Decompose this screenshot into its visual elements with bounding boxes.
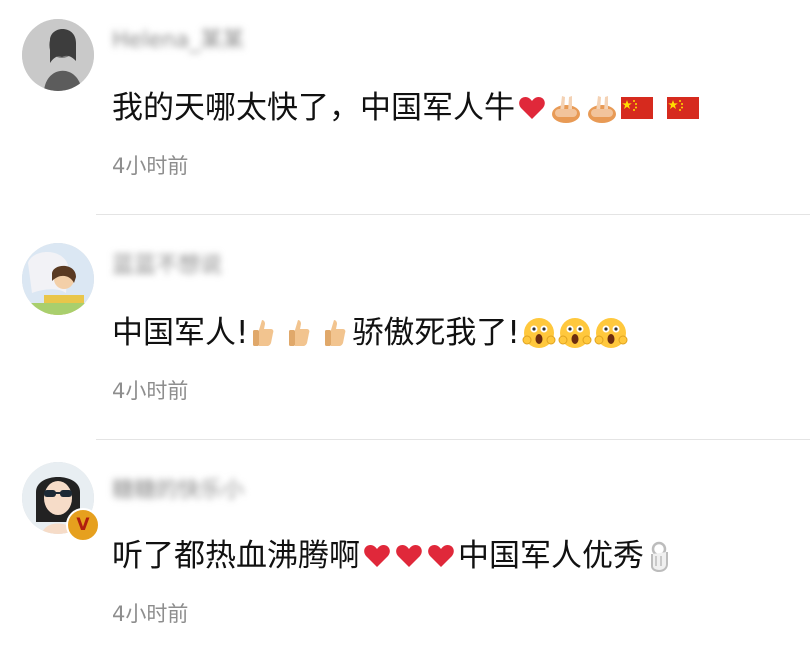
comment-text: 我的天哪太快了，中国军人牛 (112, 86, 699, 130)
praying-hands-icon (585, 92, 619, 124)
comment-text-tail: 骄傲死我了! (352, 315, 520, 351)
scream-face-icon (558, 316, 592, 350)
thumbs-up-icon (322, 318, 348, 348)
username[interactable]: 蓝蓝不想说 (112, 251, 222, 281)
praying-hands-icon (549, 92, 583, 124)
scream-face-icon (522, 316, 556, 350)
red-heart-icon (517, 93, 547, 123)
verified-badge: V (66, 508, 100, 542)
thumbs-up-icon (286, 318, 312, 348)
china-flag-icon (667, 97, 699, 119)
avatar[interactable] (22, 243, 94, 315)
comment-text-main: 中国军人! (112, 315, 249, 351)
comment-item: Helena_某某 我的天哪太快了，中国军人牛 4小时前 (0, 0, 810, 214)
comment-item: V 糖糖的快乐小 听了都热血沸腾啊 中国军人优秀 4小时前 (0, 440, 810, 654)
comment-text: 中国军人! 骄傲死我了! (112, 311, 628, 355)
red-heart-icon (426, 541, 456, 571)
china-flag-icon (621, 97, 653, 119)
username[interactable]: 糖糖的快乐小 (112, 476, 244, 506)
avatar[interactable] (22, 19, 94, 91)
username[interactable]: Helena_某某 (112, 26, 244, 56)
timestamp: 4小时前 (112, 154, 189, 178)
comment-text-tail: 中国军人优秀 (458, 538, 644, 574)
red-heart-icon (362, 541, 392, 571)
comment-item: 蓝蓝不想说 中国军人! 骄傲死我了! 4小时前 (0, 215, 810, 439)
red-heart-icon (394, 541, 424, 571)
timestamp: 4小时前 (112, 602, 189, 626)
thumbs-up-icon (250, 318, 276, 348)
timestamp: 4小时前 (112, 379, 189, 403)
comment-text-main: 听了都热血沸腾啊 (112, 538, 360, 574)
ok-hand-icon (646, 540, 672, 572)
scream-face-icon (594, 316, 628, 350)
comment-text: 听了都热血沸腾啊 中国军人优秀 (112, 534, 672, 578)
comment-text-main: 我的天哪太快了，中国军人牛 (112, 90, 515, 126)
